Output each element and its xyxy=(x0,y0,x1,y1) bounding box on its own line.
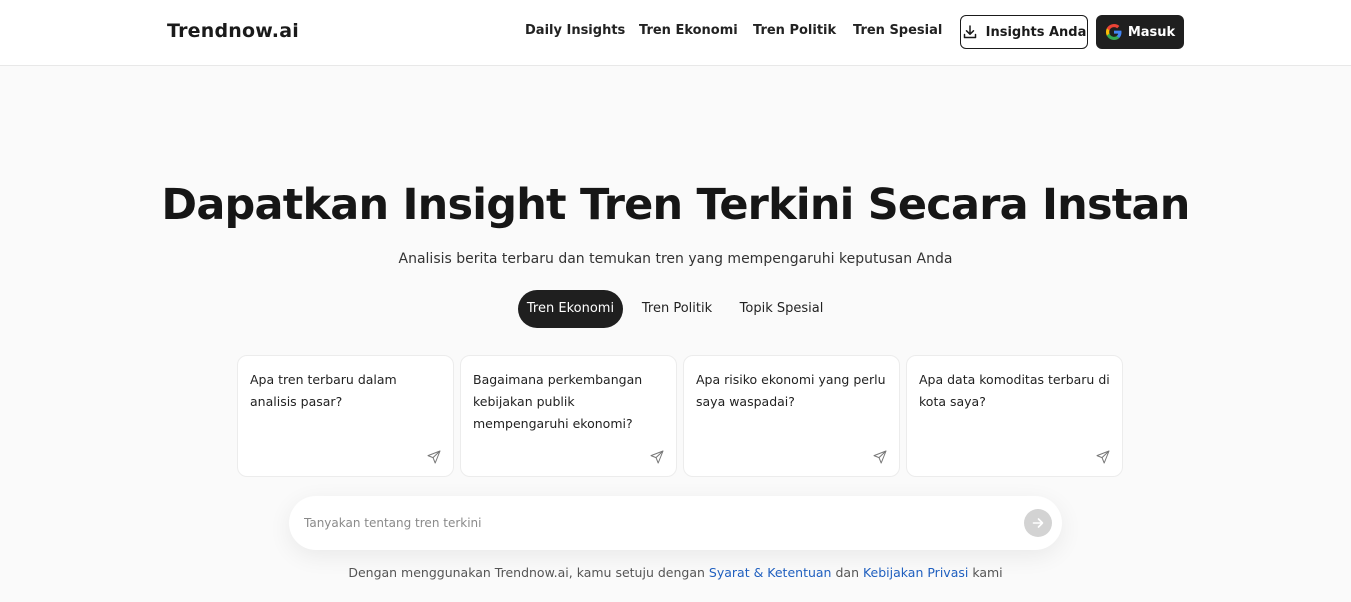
suggestion-card[interactable]: Bagaimana perkembangan kebijakan publik … xyxy=(460,355,677,477)
suggestion-card[interactable]: Apa risiko ekonomi yang perlu saya waspa… xyxy=(683,355,900,477)
nav-tren-politik[interactable]: Tren Politik xyxy=(753,23,836,38)
suggestion-text: Apa tren terbaru dalam analisis pasar? xyxy=(250,372,397,409)
terms-prefix: Dengan menggunakan Trendnow.ai, kamu set… xyxy=(348,565,705,580)
send-icon xyxy=(873,450,887,464)
suggestion-card[interactable]: Apa tren terbaru dalam analisis pasar? xyxy=(237,355,454,477)
google-icon xyxy=(1105,24,1122,40)
terms-notice: Dengan menggunakan Trendnow.ai, kamu set… xyxy=(0,565,1351,580)
tab-tren-politik[interactable]: Tren Politik xyxy=(631,290,723,328)
insights-anda-label: Insights Anda xyxy=(985,24,1087,40)
login-button[interactable]: Masuk xyxy=(1096,15,1184,49)
top-header: Trendnow.ai Daily Insights Tren Ekonomi … xyxy=(0,0,1351,66)
terms-conjunction: dan xyxy=(835,565,859,580)
suggestion-text: Apa data komoditas terbaru di kota saya? xyxy=(919,372,1110,409)
suggestion-text: Bagaimana perkembangan kebijakan publik … xyxy=(473,372,643,431)
nav-tren-spesial[interactable]: Tren Spesial xyxy=(853,23,942,38)
send-icon xyxy=(1096,450,1110,464)
nav-daily-insights[interactable]: Daily Insights xyxy=(525,23,625,38)
login-label: Masuk xyxy=(1127,24,1176,40)
terms-link[interactable]: Syarat & Ketentuan xyxy=(709,565,832,580)
tab-tren-ekonomi[interactable]: Tren Ekonomi xyxy=(518,290,623,328)
send-icon xyxy=(650,450,664,464)
hero-subtitle: Analisis berita terbaru dan temukan tren… xyxy=(398,251,953,267)
download-icon xyxy=(963,25,976,39)
terms-suffix: kami xyxy=(972,565,1003,580)
hero-title: Dapatkan Insight Tren Terkini Secara Ins… xyxy=(161,180,1190,230)
suggestion-text: Apa risiko ekonomi yang perlu saya waspa… xyxy=(696,372,886,409)
search-bar xyxy=(289,496,1062,550)
privacy-link[interactable]: Kebijakan Privasi xyxy=(863,565,968,580)
suggestion-card[interactable]: Apa data komoditas terbaru di kota saya? xyxy=(906,355,1123,477)
submit-button[interactable] xyxy=(1024,509,1052,537)
search-input[interactable] xyxy=(304,511,1004,535)
arrow-right-icon xyxy=(1032,518,1044,528)
tab-topik-spesial[interactable]: Topik Spesial xyxy=(731,290,832,328)
insights-anda-button[interactable]: Insights Anda xyxy=(960,15,1088,49)
send-icon xyxy=(427,450,441,464)
nav-tren-ekonomi[interactable]: Tren Ekonomi xyxy=(639,23,738,38)
logo[interactable]: Trendnow.ai xyxy=(167,20,299,42)
